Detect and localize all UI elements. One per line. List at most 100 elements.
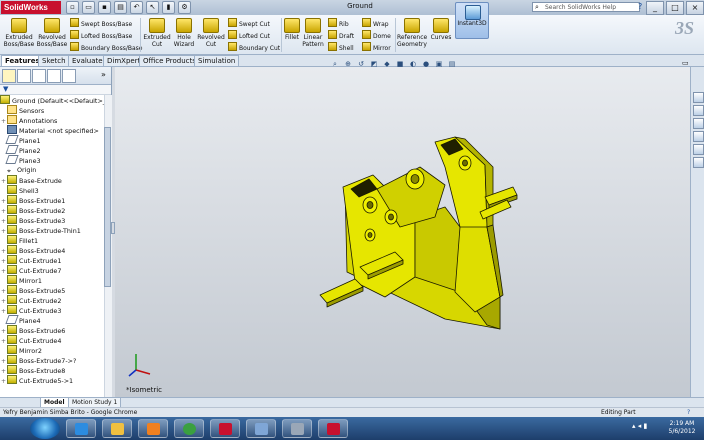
tree-item[interactable]: + Annotations [0,115,57,125]
solidworks-logo[interactable]: SolidWorks [1,1,61,14]
configuration-manager-tab-icon[interactable] [32,69,46,83]
fillet-button[interactable]: Fillet [283,18,301,41]
tree-item[interactable]: Fillet1 [0,235,38,245]
tree-scrollbar-thumb[interactable] [104,127,111,287]
chevron-right-icon[interactable]: » [101,70,106,79]
tree-item[interactable]: Plane3 [0,155,41,165]
lofted-boss-button[interactable]: Lofted Boss/Base [70,30,132,41]
restore-view-icon[interactable]: ▭ [682,59,689,67]
zoom-to-fit-icon[interactable]: ⌕ [330,59,340,69]
tree-item[interactable]: Plane2 [0,145,41,155]
new-icon[interactable]: ▫ [66,1,79,14]
tree-item[interactable]: + Boss-Extrude2 [0,205,65,215]
shell-button[interactable]: Shell [328,42,354,53]
undo-icon[interactable]: ↶ [130,1,143,14]
tree-root-part[interactable]: Ground (Default<<Default>_D [0,95,104,105]
tree-item[interactable]: + Cut-Extrude7 [0,265,61,275]
print-icon[interactable]: ▤ [114,1,127,14]
apply-scene-icon[interactable]: ▣ [434,59,444,69]
tree-item[interactable]: Material <not specified> [0,125,99,135]
tree-item[interactable]: + Boss-Extrude6 [0,325,65,335]
taskbar-explorer-button[interactable] [102,419,132,438]
minimize-button[interactable]: _ [646,1,664,15]
tree-item[interactable]: + Boss-Extrude8 [0,365,65,375]
tree-filter-row[interactable]: ▼ [0,85,111,95]
revolved-cut-button[interactable]: Revolved Cut [196,18,226,48]
taskbar-chrome-button[interactable] [174,419,204,438]
curves-button[interactable]: Curves [429,18,453,41]
part-model-view[interactable] [115,67,690,397]
select-icon[interactable]: ↖ [146,1,159,14]
swept-cut-button[interactable]: Swept Cut [228,18,270,29]
tree-item[interactable]: + Cut-Extrude4 [0,335,61,345]
boundary-cut-button[interactable]: Boundary Cut [228,42,280,53]
view-orientation-icon[interactable]: ◆ [382,59,392,69]
tree-item[interactable]: + Cut-Extrude1 [0,255,61,265]
close-button[interactable]: × [686,1,704,15]
appearances-icon[interactable] [693,157,704,168]
open-icon[interactable]: ▭ [82,1,95,14]
expand-toggle[interactable]: + [0,377,7,387]
tree-item[interactable]: + Cut-Extrude3 [0,305,61,315]
display-style-icon[interactable]: ■ [395,59,405,69]
taskbar-app-button[interactable] [282,419,312,438]
tab-evaluate[interactable]: Evaluate [68,55,107,66]
linear-pattern-button[interactable]: Linear Pattern [301,18,325,48]
taskbar-window-button[interactable] [246,419,276,438]
file-explorer-icon[interactable] [693,118,704,129]
tab-sketch[interactable]: Sketch [38,55,70,66]
save-icon[interactable]: ▪ [98,1,111,14]
graphics-viewport[interactable] [115,67,690,397]
hole-wizard-button[interactable]: Hole Wizard [171,18,197,48]
tree-item[interactable]: + Boss-Extrude5 [0,285,65,295]
maximize-button[interactable]: □ [666,1,684,15]
tab-simulation[interactable]: Simulation [194,55,240,66]
tree-item[interactable]: Sensors [0,105,44,115]
tree-item[interactable]: Mirror2 [0,345,42,355]
tree-item[interactable]: + Cut-Extrude2 [0,295,61,305]
zoom-area-icon[interactable]: ⊕ [343,59,353,69]
edit-appearance-icon[interactable]: ● [421,59,431,69]
search-results-icon[interactable] [693,131,704,142]
tree-item[interactable]: Plane4 [0,315,41,325]
tree-item[interactable]: + Boss-Extrude7->? [0,355,76,365]
property-manager-tab-icon[interactable] [17,69,31,83]
tree-item[interactable]: Plane1 [0,135,41,145]
help-button[interactable]: ? [638,2,642,11]
options-icon[interactable]: ⚙ [178,1,191,14]
tree-item[interactable]: + Cut-Extrude5->1 [0,375,73,385]
extruded-boss-button[interactable]: Extruded Boss/Base [2,18,36,48]
taskbar-clock[interactable]: 2:19 AM 5/6/2012 [660,420,704,436]
taskbar-solidworks-button[interactable] [210,419,240,438]
hide-show-icon[interactable]: ◐ [408,59,418,69]
tree-item[interactable]: ⌖ Origin [0,165,36,175]
tree-item[interactable]: Mirror1 [0,275,42,285]
taskbar-solidworks-2-button[interactable] [318,419,348,438]
boundary-boss-button[interactable]: Boundary Boss/Base [70,42,142,53]
previous-view-icon[interactable]: ↺ [356,59,366,69]
view-palette-icon[interactable] [693,144,704,155]
lofted-cut-button[interactable]: Lofted Cut [228,30,270,41]
feature-tree-tab-icon[interactable] [2,69,16,83]
design-library-icon[interactable] [693,105,704,116]
tree-item[interactable]: Shell3 [0,185,39,195]
reference-geometry-button[interactable]: Reference Geometry [397,18,427,48]
view-settings-icon[interactable]: ▤ [447,59,457,69]
tree-item[interactable]: + Boss-Extrude1 [0,195,65,205]
swept-boss-button[interactable]: Swept Boss/Base [70,18,132,29]
filter-icon[interactable]: ▼ [3,85,8,93]
dimxpert-manager-tab-icon[interactable] [47,69,61,83]
tree-item[interactable]: + Boss-Extrude-Thin1 [0,225,81,235]
system-tray-icons[interactable]: ▴ ◂ ▮ [632,422,647,430]
section-view-icon[interactable]: ◩ [369,59,379,69]
solidworks-resources-icon[interactable] [693,92,704,103]
search-input[interactable]: Search SolidWorks Help [532,2,640,12]
tree-item[interactable]: + Base-Extrude [0,175,62,185]
display-manager-tab-icon[interactable] [62,69,76,83]
extruded-cut-button[interactable]: Extruded Cut [142,18,172,48]
tree-item[interactable]: + Boss-Extrude3 [0,215,65,225]
start-button[interactable] [30,418,60,439]
rib-button[interactable]: Rib [328,18,349,29]
mirror-button[interactable]: Mirror [362,42,391,53]
rebuild-icon[interactable]: ▮ [162,1,175,14]
